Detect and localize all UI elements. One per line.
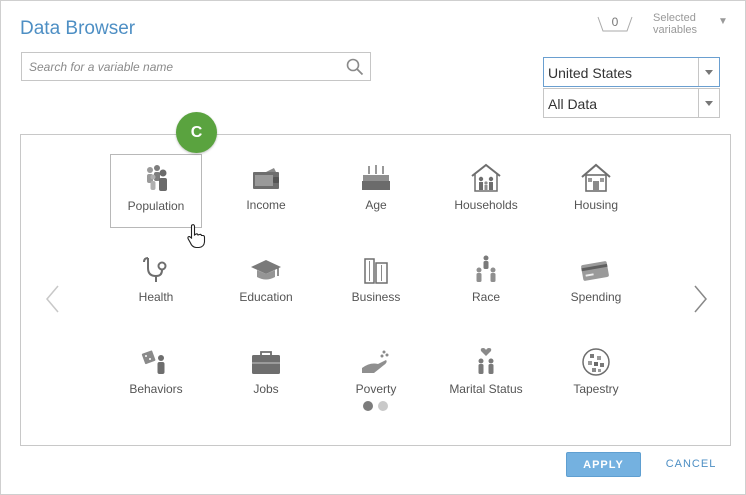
- category-business[interactable]: Business: [330, 246, 422, 320]
- category-population[interactable]: Population: [110, 154, 202, 228]
- wallet-icon: [253, 168, 279, 189]
- category-label: Poverty: [355, 382, 397, 396]
- country-select-value: United States: [548, 65, 633, 81]
- chevron-right-icon[interactable]: [690, 284, 710, 314]
- chevron-down-icon[interactable]: [698, 58, 719, 86]
- category-label: Race: [471, 290, 500, 304]
- stethoscope-icon: [143, 257, 167, 282]
- category-poverty[interactable]: Poverty: [330, 338, 422, 412]
- category-label: Marital Status: [449, 382, 523, 396]
- category-label: Jobs: [253, 382, 279, 396]
- chevron-down-icon[interactable]: [698, 89, 719, 117]
- category-label: Housing: [573, 198, 619, 212]
- category-households[interactable]: Households: [440, 154, 532, 228]
- category-label: Education: [239, 290, 293, 304]
- category-behaviors[interactable]: Behaviors: [110, 338, 202, 412]
- category-health[interactable]: Health: [110, 246, 202, 320]
- cancel-button[interactable]: CANCEL: [660, 452, 722, 477]
- category-age[interactable]: Age: [330, 154, 422, 228]
- search-box: [21, 52, 371, 81]
- chevron-left-icon[interactable]: [43, 284, 63, 314]
- data-browser-dialog: Data Browser 0 Selected variables ▼ Unit…: [0, 0, 746, 495]
- category-jobs[interactable]: Jobs: [220, 338, 312, 412]
- category-marital-status[interactable]: Marital Status: [440, 338, 532, 412]
- chevron-down-icon[interactable]: ▼: [718, 16, 728, 27]
- graduation-cap-icon: [251, 260, 281, 280]
- credit-card-icon: [581, 261, 609, 281]
- birthday-cake-icon: [362, 165, 390, 190]
- couple-heart-icon: [478, 348, 494, 374]
- category-label: Behaviors: [129, 382, 183, 396]
- page-dot[interactable]: [378, 401, 388, 411]
- apply-button[interactable]: APPLY: [566, 452, 641, 477]
- dice-person-icon: [141, 350, 165, 374]
- category-label: Households: [454, 198, 518, 212]
- category-label: Tapestry: [573, 382, 619, 396]
- step-badge: C: [176, 112, 217, 153]
- briefcase-icon: [252, 351, 280, 374]
- data-filter-value: All Data: [548, 96, 598, 112]
- category-income[interactable]: Income: [220, 154, 312, 228]
- category-race[interactable]: Race: [440, 246, 532, 320]
- category-education[interactable]: Education: [220, 246, 312, 320]
- category-label: Age: [365, 198, 387, 212]
- population-icon: [147, 165, 167, 191]
- page-dot-active[interactable]: [363, 401, 373, 411]
- category-label: Business: [351, 290, 401, 304]
- category-label: Income: [246, 198, 286, 212]
- category-label: Spending: [570, 290, 622, 304]
- category-label: Population: [127, 199, 185, 213]
- family-house-icon: [471, 163, 501, 192]
- data-filter-select[interactable]: All Data: [543, 88, 720, 118]
- hand-pointer-icon: [187, 224, 206, 249]
- tapestry-globe-icon: [582, 348, 610, 376]
- hand-coins-icon: [362, 350, 389, 373]
- house-icon: [581, 163, 611, 192]
- people-group-icon: [476, 255, 496, 282]
- selected-count-button[interactable]: 0: [597, 13, 633, 35]
- selected-variables-label: Selected variables: [653, 12, 698, 36]
- category-label: Health: [138, 290, 174, 304]
- category-housing[interactable]: Housing: [550, 154, 642, 228]
- search-icon[interactable]: [346, 58, 364, 76]
- selected-count: 0: [611, 15, 619, 29]
- category-spending[interactable]: Spending: [550, 246, 642, 320]
- buildings-icon: [364, 258, 388, 284]
- country-select[interactable]: United States: [543, 57, 720, 87]
- dialog-title: Data Browser: [20, 18, 136, 39]
- category-tapestry[interactable]: Tapestry: [550, 338, 642, 412]
- search-input[interactable]: [22, 53, 342, 80]
